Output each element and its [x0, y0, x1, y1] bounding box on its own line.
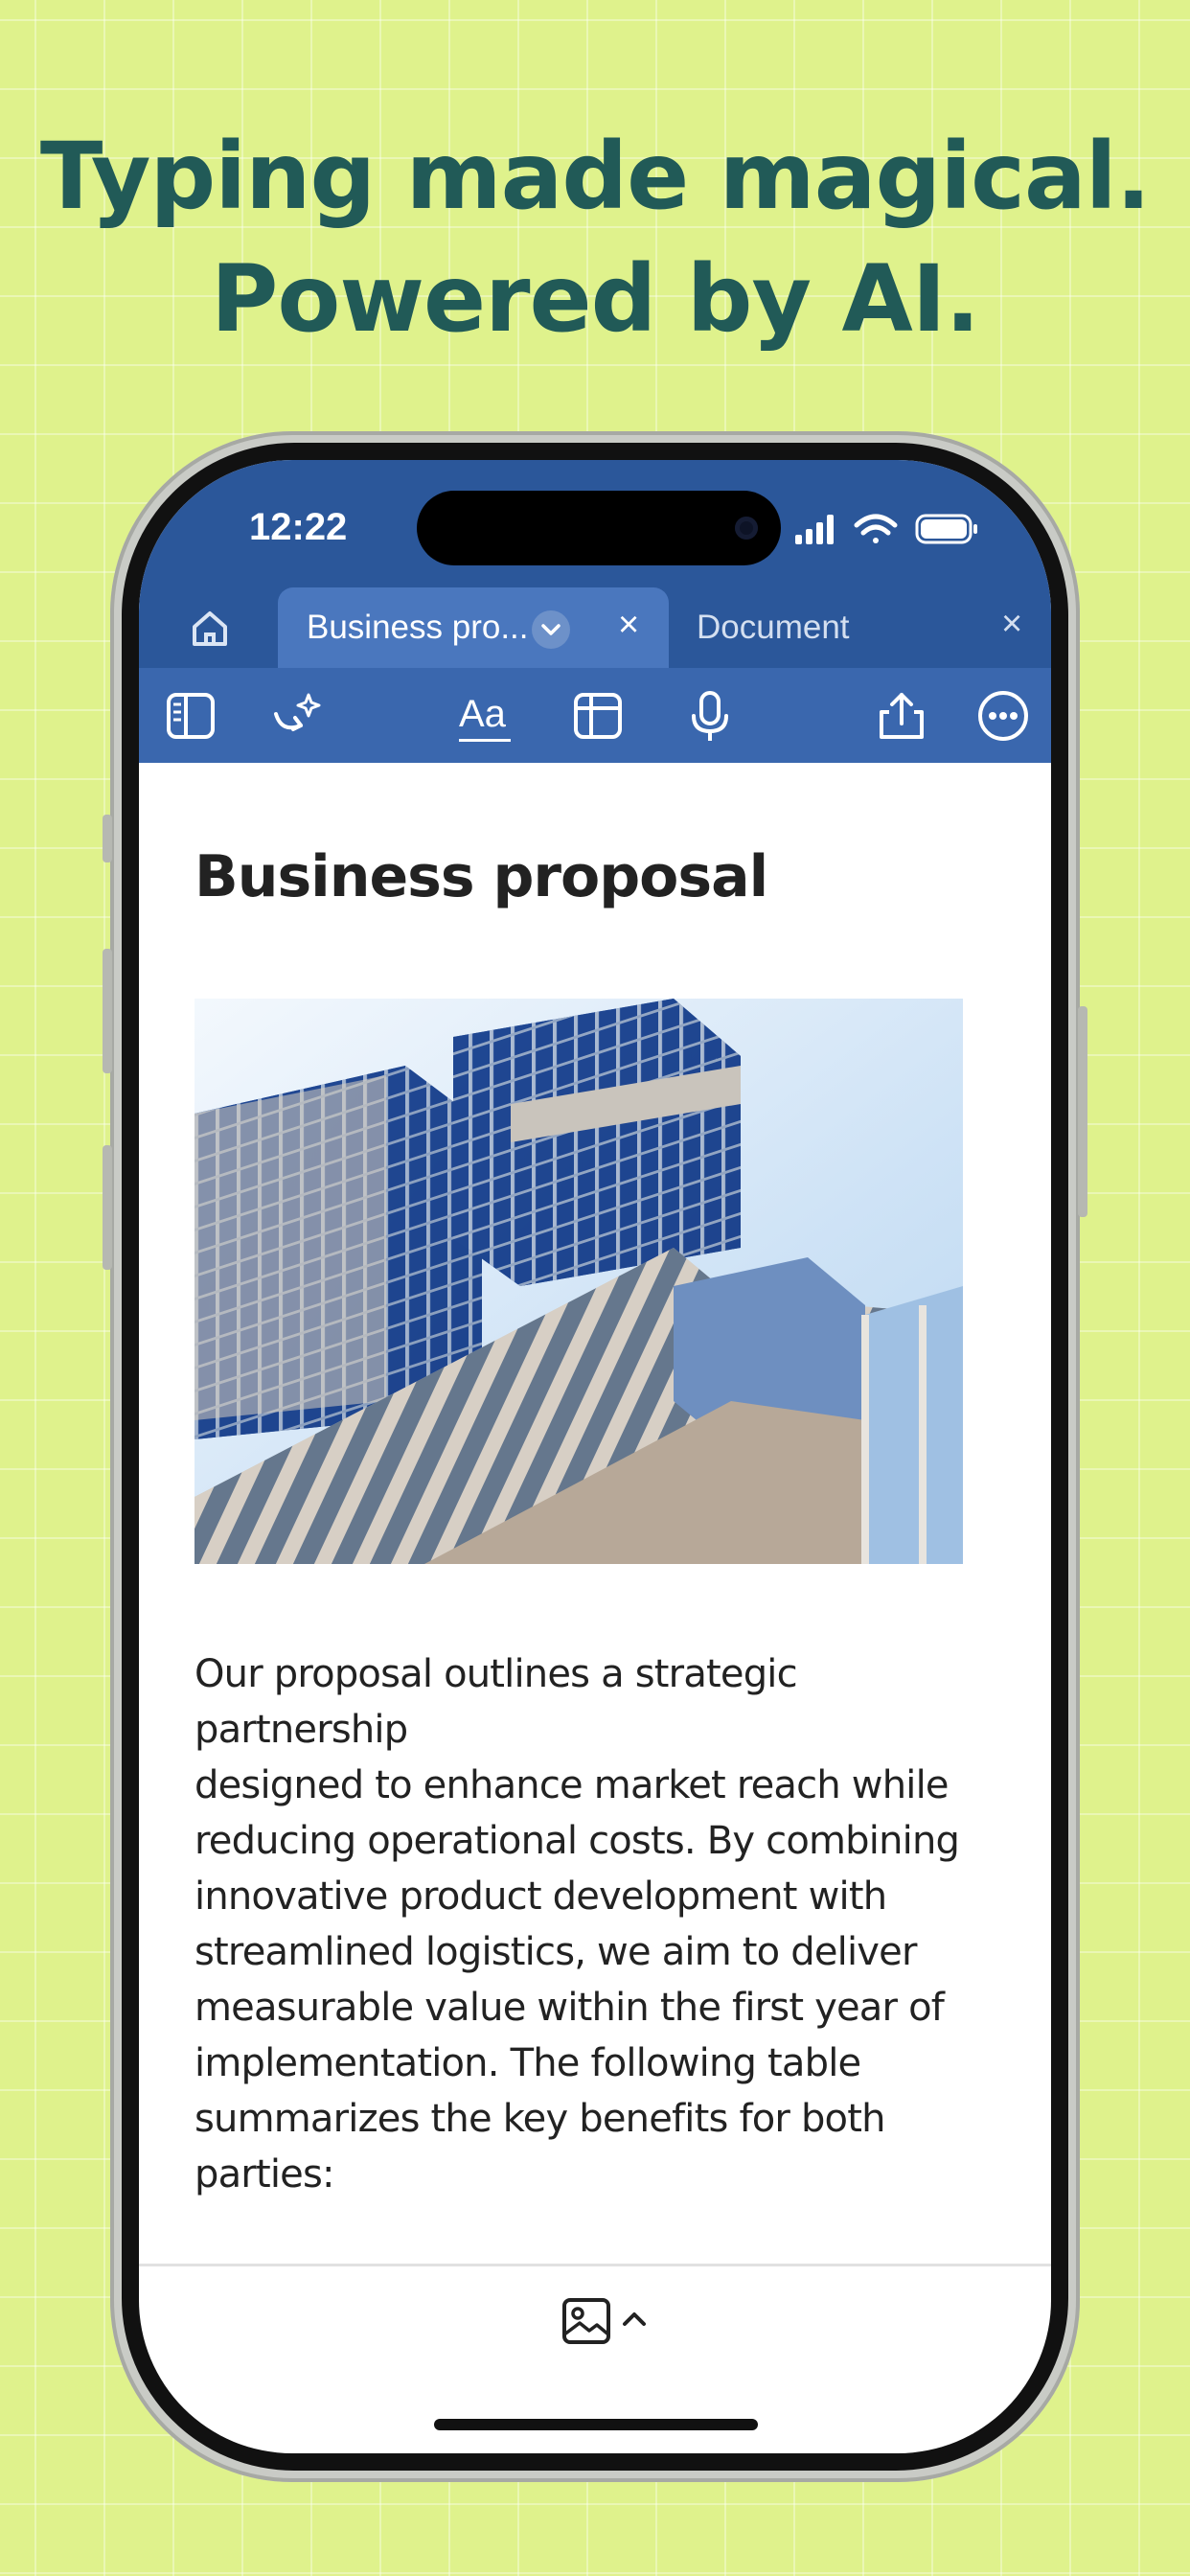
body-line: implementation. The following table	[195, 2041, 861, 2085]
status-time: 12:22	[249, 506, 348, 548]
dynamic-island	[417, 491, 781, 565]
body-line: summarizes the key benefits for both par…	[195, 2097, 885, 2196]
wifi-icon	[854, 514, 898, 543]
body-line: innovative product development with	[195, 1874, 887, 1919]
sidebar-icon[interactable]	[163, 689, 218, 743]
app-header: 12:22 Business pro... × Document × Aa	[139, 460, 1051, 763]
tab-document[interactable]: Document	[697, 609, 850, 647]
phone-volume-down	[103, 1145, 112, 1270]
body-line: reducing operational costs. By combining	[195, 1819, 960, 1863]
phone-power-button	[1078, 1006, 1087, 1217]
headline: Typing made magical. Powered by AI.	[0, 115, 1190, 360]
body-line: measurable value within the first year o…	[195, 1986, 945, 2030]
insert-image-button[interactable]	[561, 2292, 666, 2350]
building-photo[interactable]	[195, 999, 963, 1564]
battery-icon	[915, 514, 977, 544]
close-icon[interactable]: ×	[1001, 604, 1022, 645]
text-format-label: Aa	[459, 693, 506, 735]
headline-line-1: Typing made magical.	[39, 123, 1151, 230]
body-line: Our proposal outlines a strategic partne…	[195, 1652, 798, 1752]
phone-screen: 12:22 Business pro... × Document × Aa Bu…	[139, 460, 1051, 2453]
body-line: designed to enhance market reach while	[195, 1763, 950, 1807]
camera-icon	[735, 517, 758, 540]
chevron-up-icon	[623, 2312, 646, 2326]
home-icon[interactable]	[181, 602, 239, 656]
document-body[interactable]: Our proposal outlines a strategic partne…	[195, 1646, 980, 2202]
bottom-divider	[139, 2264, 1051, 2266]
image-icon	[562, 2298, 610, 2344]
underline	[459, 739, 511, 742]
body-line: streamlined logistics, we aim to deliver	[195, 1930, 917, 1974]
home-indicator[interactable]	[434, 2419, 758, 2430]
document-title[interactable]: Business proposal	[195, 843, 768, 910]
copilot-icon[interactable]	[268, 689, 324, 743]
microphone-icon[interactable]	[682, 689, 738, 743]
text-format-icon[interactable]: Aa	[457, 689, 515, 743]
tab-business-proposal[interactable]: Business pro... ×	[278, 587, 669, 668]
tab-label: Business pro...	[307, 609, 529, 646]
signal-icon	[795, 515, 834, 544]
headline-line-2: Powered by AI.	[211, 245, 980, 353]
more-icon[interactable]	[975, 689, 1031, 743]
status-icons	[795, 514, 977, 544]
close-icon[interactable]: ×	[618, 605, 639, 646]
share-icon[interactable]	[874, 689, 929, 743]
phone-volume-up	[103, 949, 112, 1073]
phone-side-button	[103, 815, 112, 862]
chevron-down-icon[interactable]	[532, 610, 570, 649]
toolbar: Aa	[139, 668, 1051, 763]
table-icon[interactable]	[570, 689, 626, 743]
